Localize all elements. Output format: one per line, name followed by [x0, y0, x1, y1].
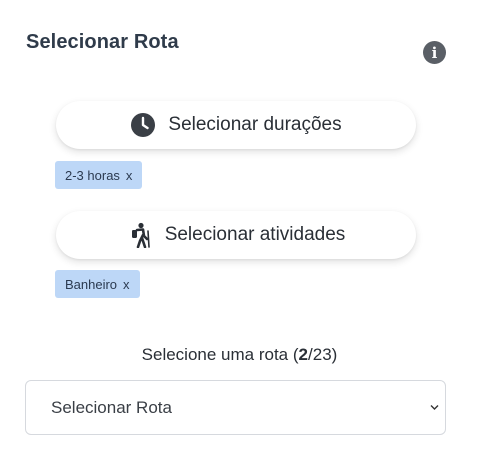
- route-count-current: 2: [298, 345, 308, 364]
- info-icon[interactable]: i: [423, 41, 446, 64]
- route-count-text: Selecione uma rota (2/23): [0, 345, 479, 365]
- clock-icon: [130, 112, 156, 138]
- chevron-down-icon: [430, 402, 439, 413]
- route-selector-panel: Selecionar Rota i Selecionar durações 2-…: [0, 0, 479, 452]
- select-activities-button[interactable]: Selecionar atividades: [56, 211, 416, 259]
- hiking-icon: [127, 222, 153, 248]
- duration-tag-label: 2-3 horas: [65, 167, 120, 183]
- route-select-value: Selecionar Rota: [51, 397, 172, 417]
- page-title: Selecionar Rota: [26, 31, 179, 53]
- remove-duration-tag-button[interactable]: x: [126, 168, 133, 183]
- route-count-prefix: Selecione uma rota (: [141, 345, 299, 364]
- activity-tag-label: Banheiro: [65, 276, 118, 292]
- route-count-suffix: ): [331, 345, 338, 364]
- select-durations-label: Selecionar durações: [168, 114, 342, 135]
- duration-tag: 2-3 horas x: [55, 161, 143, 189]
- route-count-total: 23: [312, 345, 332, 364]
- remove-activity-tag-button[interactable]: x: [123, 277, 130, 292]
- activity-tag: Banheiro x: [55, 270, 140, 298]
- select-activities-label: Selecionar atividades: [164, 224, 346, 245]
- route-select[interactable]: Selecionar Rota: [25, 380, 446, 435]
- select-durations-button[interactable]: Selecionar durações: [56, 101, 416, 149]
